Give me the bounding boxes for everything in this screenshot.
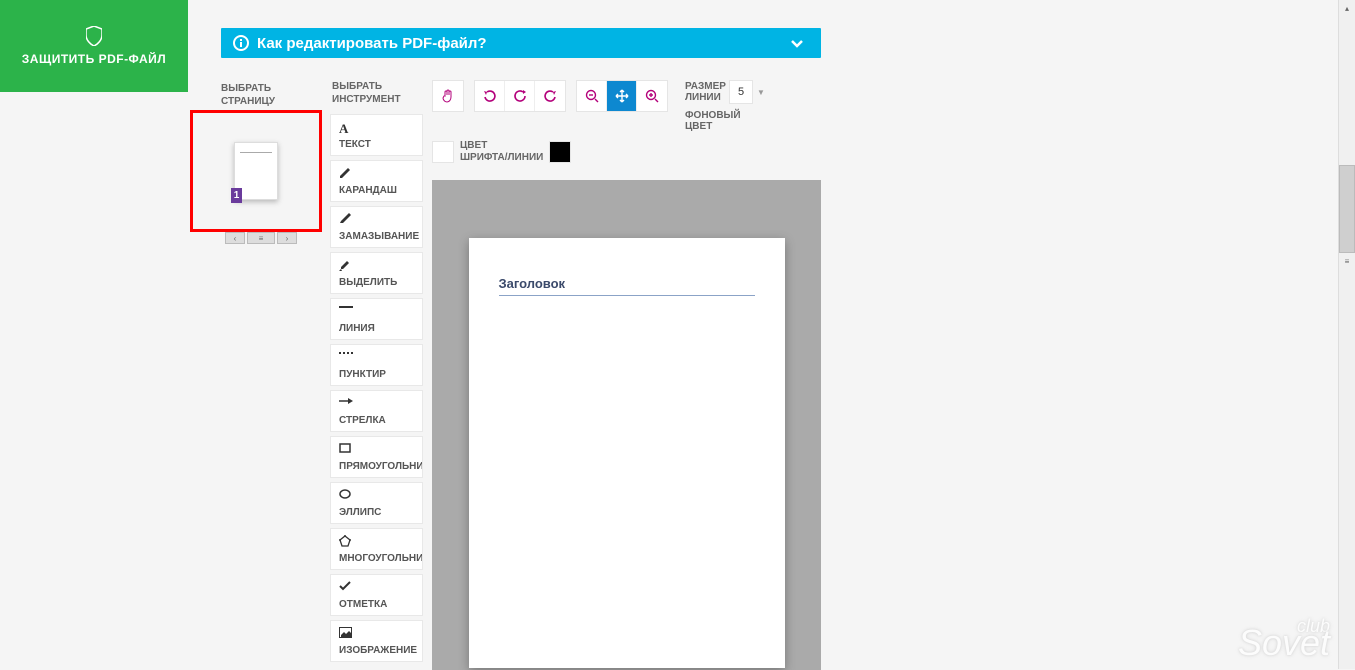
- zoom-out-button[interactable]: [577, 81, 607, 111]
- canvas-toolbar: [432, 80, 678, 112]
- tool-pencil[interactable]: КАРАНДАШ: [330, 160, 423, 202]
- line-icon: [339, 305, 414, 319]
- tool-label: ВЫДЕЛИТЬ: [339, 277, 397, 288]
- refresh-button[interactable]: [505, 81, 535, 111]
- tool-label: ПРЯМОУГОЛЬНИК: [339, 461, 423, 472]
- tool-dashed[interactable]: ПУНКТИР: [330, 344, 423, 386]
- scroll-page-indicator: ≡: [1339, 253, 1355, 270]
- page-prev-button[interactable]: ‹: [225, 232, 245, 244]
- tool-label: ТЕКСТ: [339, 139, 371, 150]
- document-page[interactable]: Заголовок: [469, 238, 785, 668]
- tool-label: ЛИНИЯ: [339, 323, 375, 334]
- text-icon: A: [339, 121, 414, 135]
- tool-rectangle[interactable]: ПРЯМОУГОЛЬНИК: [330, 436, 423, 478]
- color-swatch-white[interactable]: [432, 141, 454, 163]
- hand-icon: [441, 89, 455, 103]
- tool-label: ЗАМАЗЫВАНИЕ: [339, 231, 419, 242]
- tool-label: МНОГОУГОЛЬНИК: [339, 553, 423, 564]
- line-size-label: РАЗМЕР ЛИНИИ: [685, 81, 725, 103]
- info-icon: [233, 35, 249, 51]
- line-size-select[interactable]: 5: [729, 80, 753, 104]
- pencil-icon: [339, 167, 414, 181]
- zoom-in-icon: [645, 89, 659, 103]
- redo-icon: [543, 89, 557, 103]
- page-pager: ‹ ≡ ›: [225, 232, 297, 244]
- zoom-out-icon: [585, 89, 599, 103]
- tool-label: ОТМЕТКА: [339, 599, 387, 610]
- move-icon: [615, 89, 629, 103]
- zoom-fit-button[interactable]: [607, 81, 637, 111]
- tool-ellipse[interactable]: ЭЛЛИПС: [330, 482, 423, 524]
- watermark-logo: club Sovet: [1238, 618, 1330, 659]
- chevron-down-icon: [789, 35, 805, 51]
- help-banner[interactable]: Как редактировать PDF-файл?: [221, 28, 821, 58]
- check-icon: [339, 581, 414, 595]
- protect-pdf-button[interactable]: ЗАЩИТИТЬ PDF-ФАЙЛ: [0, 0, 188, 92]
- tool-check[interactable]: ОТМЕТКА: [330, 574, 423, 616]
- zoom-in-button[interactable]: [637, 81, 667, 111]
- tool-label: ИЗОБРАЖЕНИЕ: [339, 645, 417, 656]
- page-thumbnail[interactable]: 1: [234, 142, 278, 200]
- tool-polygon[interactable]: МНОГОУГОЛЬНИК: [330, 528, 423, 570]
- scroll-thumb[interactable]: [1339, 165, 1355, 253]
- vertical-scrollbar[interactable]: ▴ ≡: [1338, 0, 1355, 669]
- tool-label: КАРАНДАШ: [339, 185, 397, 196]
- font-color-label: ЦВЕТ ШРИФТА/ЛИНИИ: [460, 140, 543, 164]
- tool-arrow[interactable]: СТРЕЛКА: [330, 390, 423, 432]
- tool-whiteout[interactable]: ЗАМАЗЫВАНИЕ: [330, 206, 423, 248]
- tool-column-label: ВЫБРАТЬ ИНСТРУМЕНТ: [330, 80, 427, 106]
- undo-icon: [483, 89, 497, 103]
- bg-color-label: ФОНОВЫЙ ЦВЕТ: [685, 110, 741, 132]
- color-swatch-black[interactable]: [549, 141, 571, 163]
- arrow-icon: [339, 397, 414, 411]
- hand-button[interactable]: [433, 81, 463, 111]
- brush-icon: [339, 213, 414, 227]
- dashed-icon: [339, 351, 414, 365]
- tool-image[interactable]: ИЗОБРАЖЕНИЕ: [330, 620, 423, 662]
- tool-label: ПУНКТИР: [339, 369, 386, 380]
- tool-label: ЭЛЛИПС: [339, 507, 381, 518]
- scroll-up-button[interactable]: ▴: [1339, 0, 1355, 17]
- refresh-icon: [513, 89, 527, 103]
- page-thumbnail-highlight: 1: [190, 110, 322, 232]
- marker-icon: [339, 259, 414, 273]
- help-banner-text: Как редактировать PDF-файл?: [257, 35, 487, 52]
- polygon-icon: [339, 535, 414, 549]
- caret-down-icon: ▼: [757, 88, 765, 97]
- rectangle-icon: [339, 443, 414, 457]
- page-number-badge: 1: [231, 188, 242, 203]
- tool-highlight[interactable]: ВЫДЕЛИТЬ: [330, 252, 423, 294]
- page-selector-label: ВЫБРАТЬ СТРАНИЦУ: [221, 82, 275, 108]
- tool-label: СТРЕЛКА: [339, 415, 386, 426]
- line-options: РАЗМЕР ЛИНИИ 5 ▼ ФОНОВЫЙ ЦВЕТ: [685, 80, 765, 138]
- tool-text[interactable]: A ТЕКСТ: [330, 114, 423, 156]
- page-indicator[interactable]: ≡: [247, 232, 275, 244]
- shield-icon: [86, 26, 102, 46]
- ellipse-icon: [339, 489, 414, 503]
- protect-label: ЗАЩИТИТЬ PDF-ФАЙЛ: [22, 52, 166, 66]
- document-heading: Заголовок: [499, 276, 755, 296]
- color-row: ЦВЕТ ШРИФТА/ЛИНИИ: [432, 140, 571, 164]
- tool-line[interactable]: ЛИНИЯ: [330, 298, 423, 340]
- redo-button[interactable]: [535, 81, 565, 111]
- canvas-area[interactable]: Заголовок: [432, 180, 821, 670]
- undo-button[interactable]: [475, 81, 505, 111]
- tool-column: ВЫБРАТЬ ИНСТРУМЕНТ A ТЕКСТ КАРАНДАШ ЗАМАЗ…: [330, 80, 427, 666]
- page-next-button[interactable]: ›: [277, 232, 297, 244]
- image-icon: [339, 627, 414, 641]
